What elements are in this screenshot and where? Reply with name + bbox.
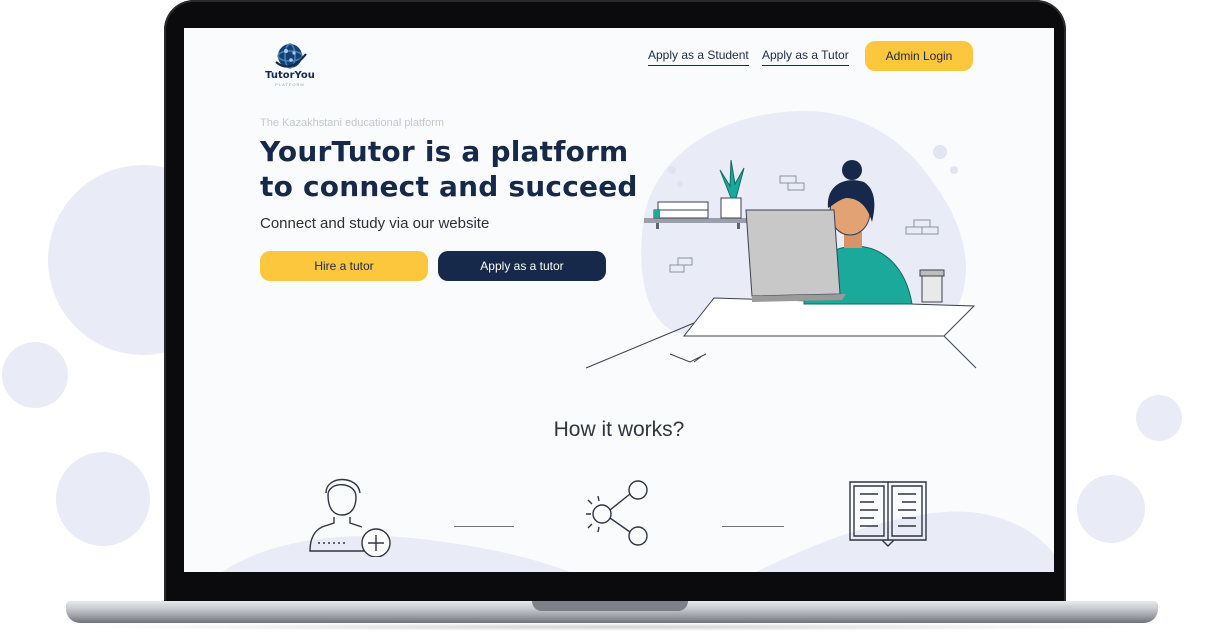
illustration-laptop [745,209,841,297]
hero-eyebrow: The Kazakhstani educational platform [260,117,445,129]
plant-pot [720,197,742,219]
hire-tutor-button[interactable]: Hire a tutor [260,251,428,281]
coffee-cup [921,273,943,303]
step-connector-2 [722,526,784,527]
person-hair-bun [842,160,862,180]
book [653,209,709,219]
shelf [644,218,754,223]
globe-logo-icon [275,43,307,69]
logo[interactable]: TutorYou PLATFORM [260,40,320,88]
nav-apply-student[interactable]: Apply as a Student [648,48,749,66]
decor-circle-mid-left [56,452,150,546]
logo-text: TutorYou [265,70,315,81]
decor-dot [933,145,947,159]
decor-circle-right-top [1136,395,1182,441]
decor-dot [677,181,683,187]
decor-circle-right-bottom [1077,475,1145,543]
hero-illustration [585,111,977,369]
laptop-shadow [80,623,1144,631]
add-user-icon [309,478,391,557]
nav-apply-tutor[interactable]: Apply as a Tutor [762,48,849,66]
admin-login-button[interactable]: Admin Login [865,41,973,71]
hero-subtitle: Connect and study via our website [260,215,490,232]
laptop-screen: TutorYou PLATFORM Apply as a Student App… [184,28,1054,572]
open-book-icon [849,481,927,547]
decor-circle-small-left [2,342,68,408]
decor-dot [950,166,958,174]
decor-dot [668,166,676,174]
logo-subtext: PLATFORM [275,82,305,87]
book [657,201,709,211]
apply-tutor-button[interactable]: Apply as a tutor [438,251,606,281]
laptop-notch [532,601,688,611]
how-it-works-title: How it works? [553,418,685,441]
step-connector-1 [454,526,514,527]
share-icon [586,480,648,546]
bottom-blob-left [222,536,570,572]
